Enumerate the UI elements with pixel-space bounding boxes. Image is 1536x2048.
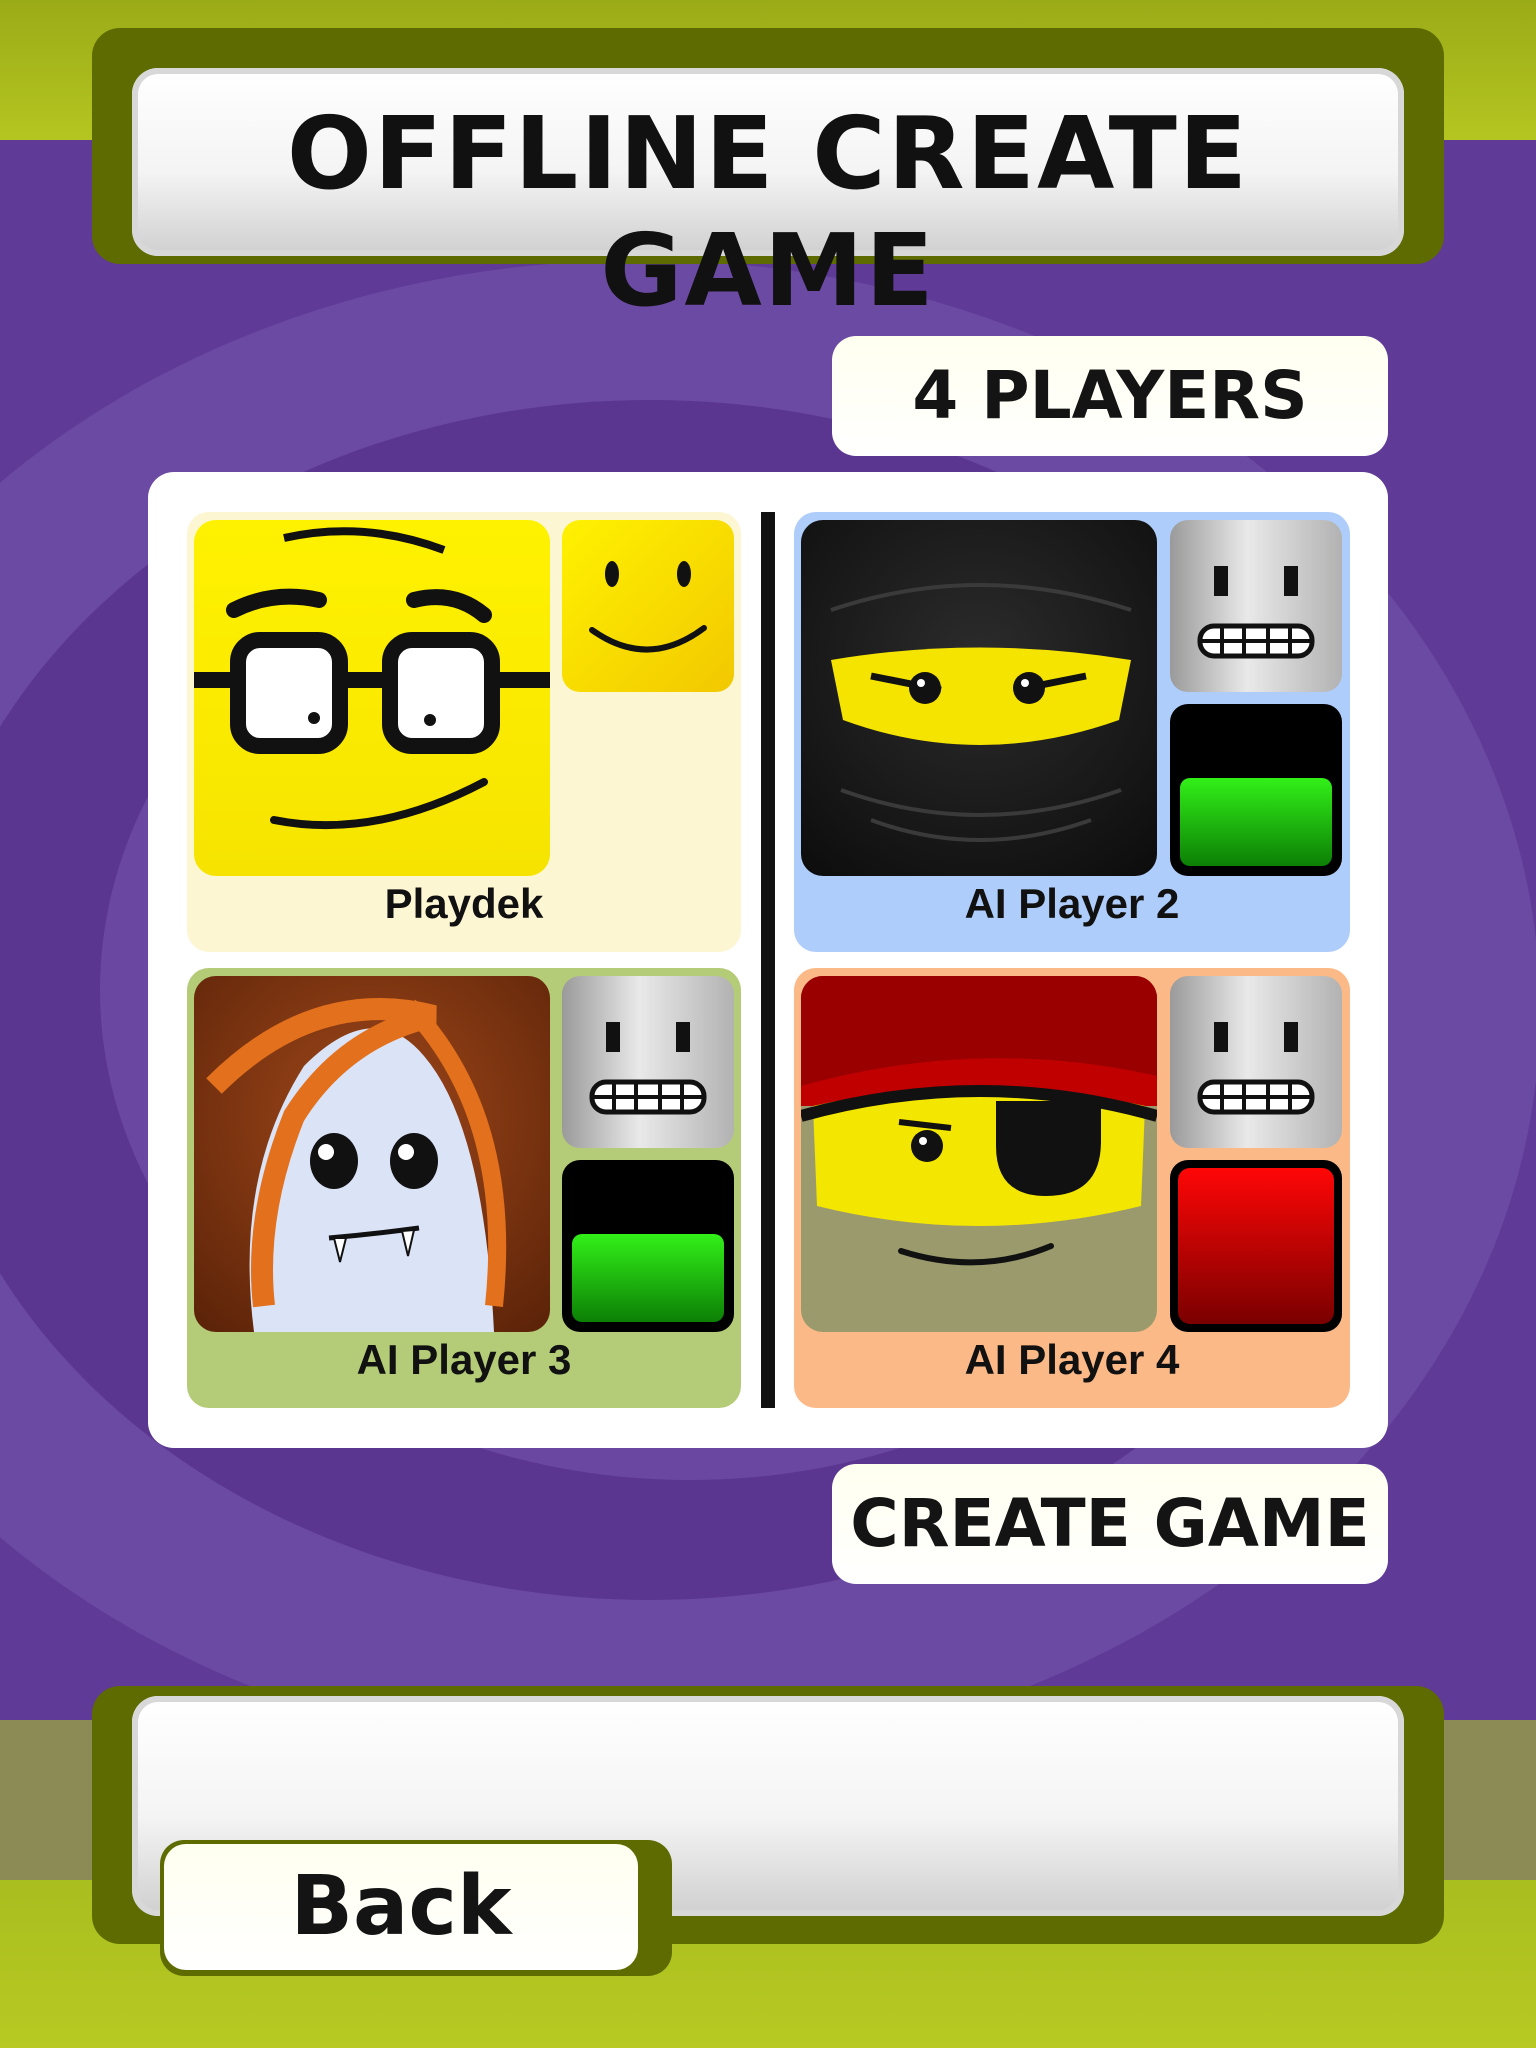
status-indicator [1170,704,1342,876]
player-name: AI Player 3 [356,1336,572,1383]
nerd-glasses-avatar[interactable] [194,520,550,876]
status-indicator [1170,1160,1342,1332]
ninja-avatar[interactable] [801,520,1157,876]
page-title: OFFLINE CREATE GAME [286,95,1250,329]
create-game-button[interactable]: CREATE GAME [832,1464,1388,1584]
panel-divider [761,512,775,1408]
player-name: AI Player 2 [964,880,1180,927]
pirate-avatar[interactable] [801,976,1157,1332]
player-name: Playdek [384,880,544,927]
back-button[interactable]: Back [164,1844,638,1970]
player-count-button[interactable]: 4 PLAYERS [832,336,1388,456]
status-indicator [562,1160,734,1332]
robot-icon [1170,976,1342,1148]
smiley-face-icon [562,520,734,692]
ghost-girl-avatar[interactable] [194,976,550,1332]
robot-icon [562,976,734,1148]
robot-icon [1170,520,1342,692]
player-name: AI Player 4 [964,1336,1180,1383]
